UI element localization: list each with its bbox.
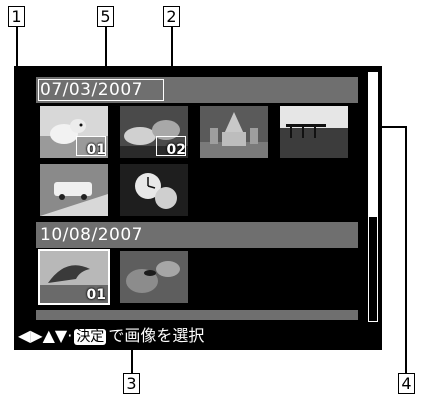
thumbnail-1-6[interactable] (120, 164, 188, 216)
enter-key-badge: 決定 (74, 329, 107, 345)
thumbnail-1-3[interactable] (200, 106, 268, 158)
leader-4-vertical (405, 126, 407, 373)
scroll-bar-thumb[interactable] (369, 73, 377, 217)
playback-screen: 07/03/2007 01 02 10/08/2007 01 ◀▶▲▼· 決定 … (14, 66, 382, 350)
number-highlight-1 (76, 136, 106, 156)
number-highlight-2 (156, 136, 186, 156)
operation-guide-text: で画像を選択 (108, 326, 205, 345)
thumbnail-2-2[interactable] (120, 251, 188, 303)
photo-pier-sunset-icon (280, 106, 348, 158)
arrow-keys-icon: ◀▶▲▼· (18, 326, 73, 345)
photo-reef-fish-icon (120, 251, 188, 303)
photo-clock-icon (120, 164, 188, 216)
callout-4: 4 (398, 373, 415, 394)
callout-5: 5 (97, 6, 114, 27)
date-header-3-partial (36, 310, 358, 320)
thumbnail-1-5[interactable] (40, 164, 108, 216)
thumbnail-2-1[interactable]: 01 (38, 249, 110, 305)
callout-2: 2 (163, 6, 180, 27)
callout-1: 1 (8, 6, 25, 27)
date-header-2: 10/08/2007 (36, 222, 358, 248)
photo-taxi-icon (40, 164, 108, 216)
date-header-1-bar (166, 77, 358, 103)
callout-3: 3 (123, 373, 140, 394)
photo-castle-icon (200, 106, 268, 158)
date-header-1: 07/03/2007 (36, 77, 166, 103)
operation-guide: ◀▶▲▼· 決定 で画像を選択 (14, 322, 382, 350)
scroll-bar[interactable] (368, 72, 378, 322)
thumbnail-1-4[interactable] (280, 106, 348, 158)
thumbnail-number: 01 (86, 287, 106, 303)
